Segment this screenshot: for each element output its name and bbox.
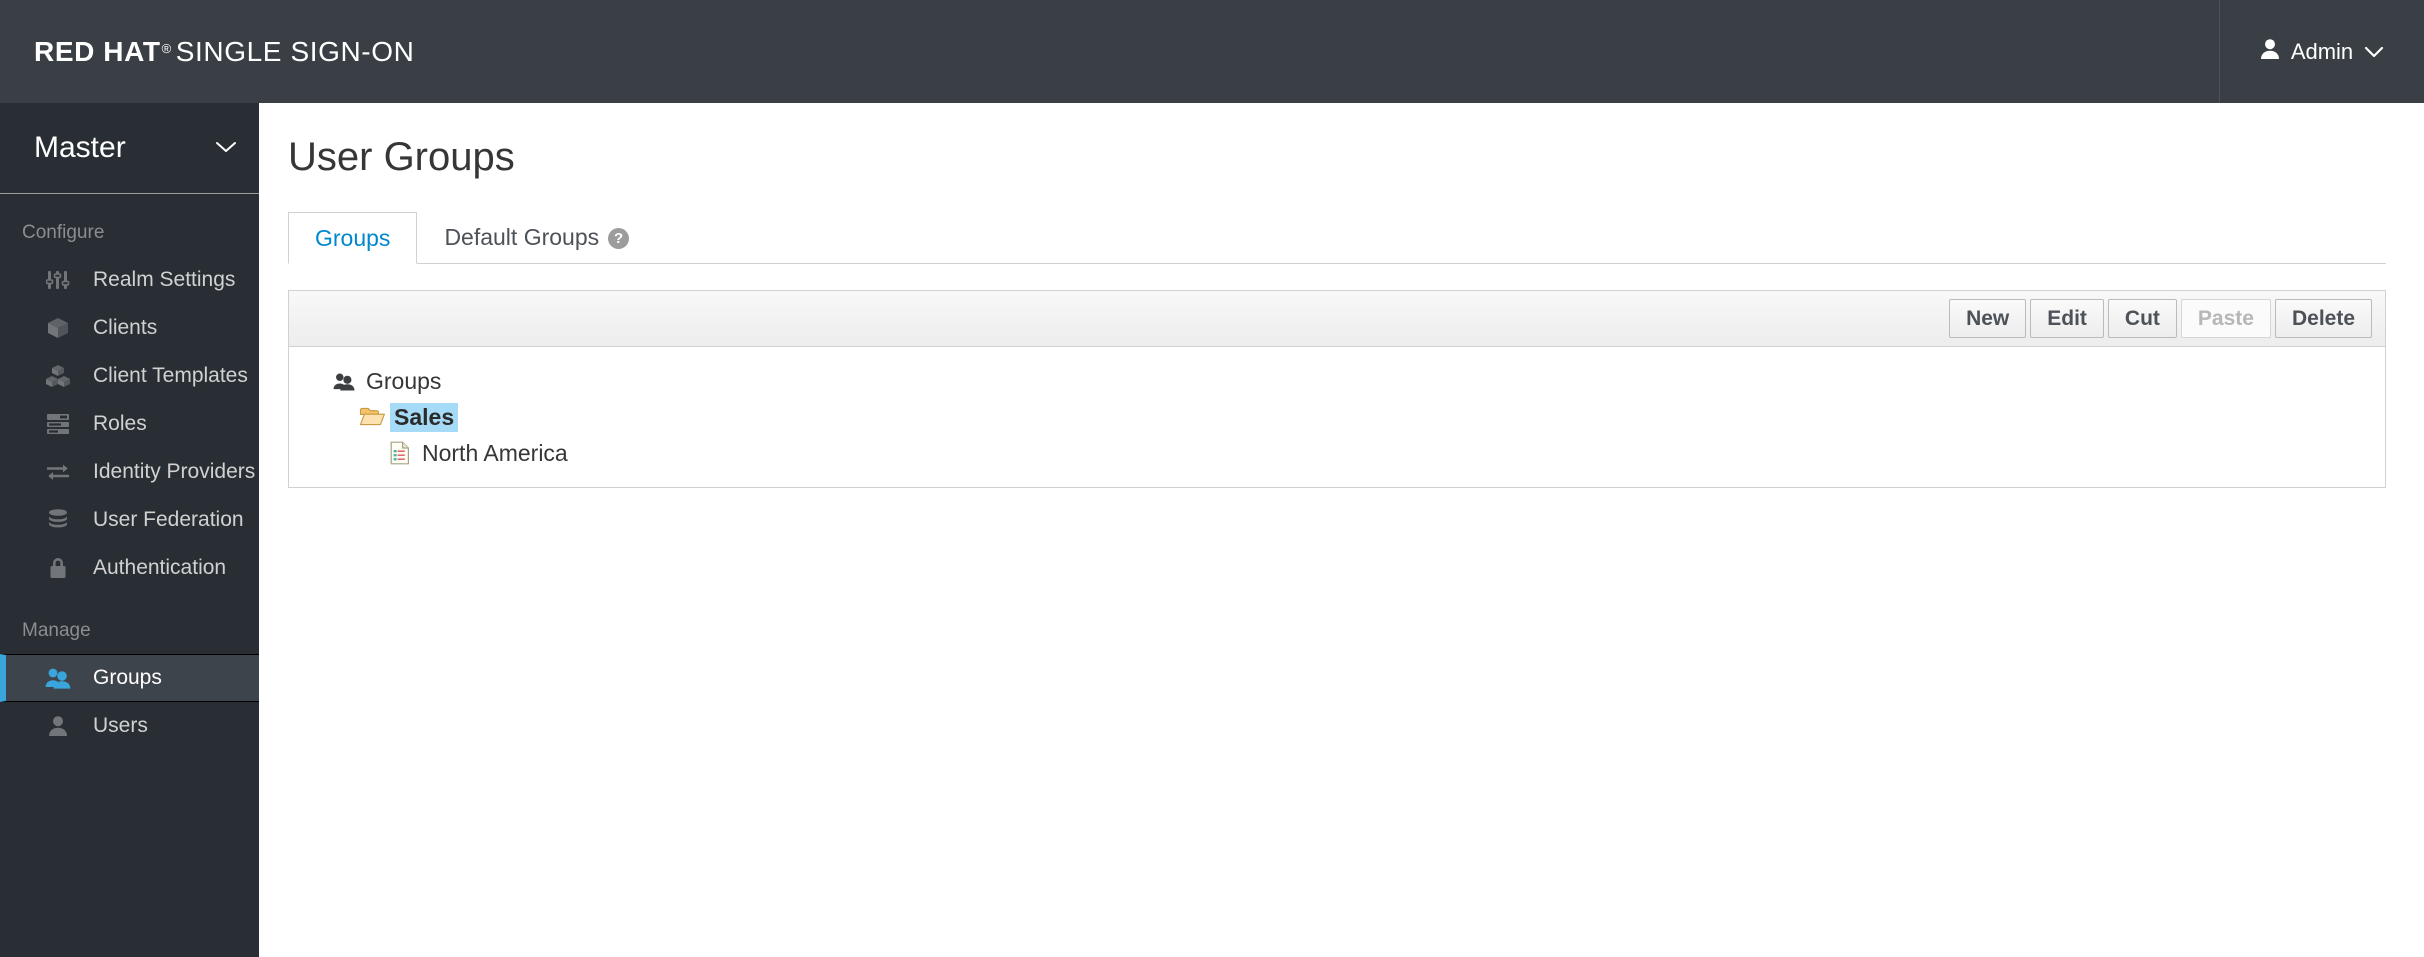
edit-button[interactable]: Edit <box>2030 299 2104 338</box>
file-document-icon <box>387 441 413 465</box>
list-server-icon <box>44 413 72 435</box>
tree-node-label: Groups <box>366 367 442 394</box>
sidebar-item-realm-settings[interactable]: Realm Settings <box>0 256 259 304</box>
tree-node-sales[interactable]: Sales <box>289 399 2385 435</box>
cubes-icon <box>44 364 72 388</box>
user-menu[interactable]: Admin <box>2219 0 2424 103</box>
brand-logo: RED HAT ® SINGLE SIGN-ON <box>34 36 414 68</box>
groups-toolbar: New Edit Cut Paste Delete <box>289 291 2385 347</box>
sidebar-item-label: Clients <box>93 316 158 339</box>
sidebar-item-label: Realm Settings <box>93 268 236 291</box>
sidebar-item-user-federation[interactable]: User Federation <box>0 496 259 544</box>
cut-button[interactable]: Cut <box>2107 299 2177 338</box>
users-icon <box>44 667 72 689</box>
tree-node-groups-root[interactable]: Groups <box>289 363 2385 399</box>
sidebar-item-label: Users <box>93 714 148 737</box>
new-button[interactable]: New <box>1949 299 2027 338</box>
page-title: User Groups <box>288 135 515 179</box>
tab-bar: Groups Default Groups ? <box>288 212 2386 264</box>
sidebar-item-label: Roles <box>93 412 147 435</box>
brand-bold-text: RED HAT <box>34 35 161 67</box>
exchange-arrows-icon <box>44 462 72 482</box>
cube-icon <box>44 316 72 340</box>
lock-icon <box>44 556 72 580</box>
user-icon <box>44 715 72 737</box>
realm-selector[interactable]: Master <box>0 103 259 194</box>
tree-node-label: North America <box>422 439 568 466</box>
sidebar-item-label: User Federation <box>93 508 244 531</box>
tab-label: Default Groups <box>444 224 600 250</box>
chevron-down-icon <box>215 137 237 160</box>
registered-trademark-icon: ® <box>161 40 172 56</box>
realm-selector-label: Master <box>34 131 126 164</box>
main-content: User Groups Groups Default Groups ? New … <box>259 103 2424 957</box>
tab-default-groups[interactable]: Default Groups ? <box>417 211 656 263</box>
tab-label: Groups <box>315 225 391 251</box>
sidebar-item-roles[interactable]: Roles <box>0 400 259 448</box>
nav-section-title-manage: Manage <box>22 620 91 641</box>
person-icon <box>2260 38 2280 66</box>
sidebar: Master Configure Realm Settings Clients … <box>0 103 259 957</box>
sidebar-item-label: Client Templates <box>93 364 248 387</box>
sidebar-item-identity-providers[interactable]: Identity Providers <box>0 448 259 496</box>
sidebar-item-groups[interactable]: Groups <box>0 654 259 702</box>
user-menu-label: Admin <box>2290 38 2354 64</box>
sidebar-item-label: Identity Providers <box>93 460 256 483</box>
chevron-down-icon <box>2364 39 2384 65</box>
sidebar-item-label: Groups <box>93 666 162 689</box>
brand-product-text: SINGLE SIGN-ON <box>175 35 415 67</box>
users-icon <box>331 372 357 391</box>
sidebar-item-authentication[interactable]: Authentication <box>0 544 259 592</box>
masthead: RED HAT ® SINGLE SIGN-ON Admin <box>0 0 2424 103</box>
delete-button[interactable]: Delete <box>2274 299 2372 338</box>
sidebar-item-client-templates[interactable]: Client Templates <box>0 352 259 400</box>
tab-groups[interactable]: Groups <box>288 212 418 264</box>
groups-tree: Groups Sales North America <box>289 347 2385 487</box>
folder-open-icon <box>359 406 385 428</box>
sidebar-item-clients[interactable]: Clients <box>0 304 259 352</box>
sidebar-item-label: Authentication <box>93 556 227 579</box>
tree-node-label: Sales <box>390 402 459 432</box>
sidebar-item-users[interactable]: Users <box>0 702 259 750</box>
groups-panel: New Edit Cut Paste Delete Groups Sales N… <box>288 290 2386 488</box>
sliders-icon <box>44 268 72 292</box>
paste-button[interactable]: Paste <box>2180 299 2271 338</box>
help-icon[interactable]: ? <box>608 227 630 249</box>
nav-section-title-configure: Configure <box>22 222 105 243</box>
tree-node-north-america[interactable]: North America <box>289 435 2385 471</box>
database-icon <box>44 508 72 532</box>
